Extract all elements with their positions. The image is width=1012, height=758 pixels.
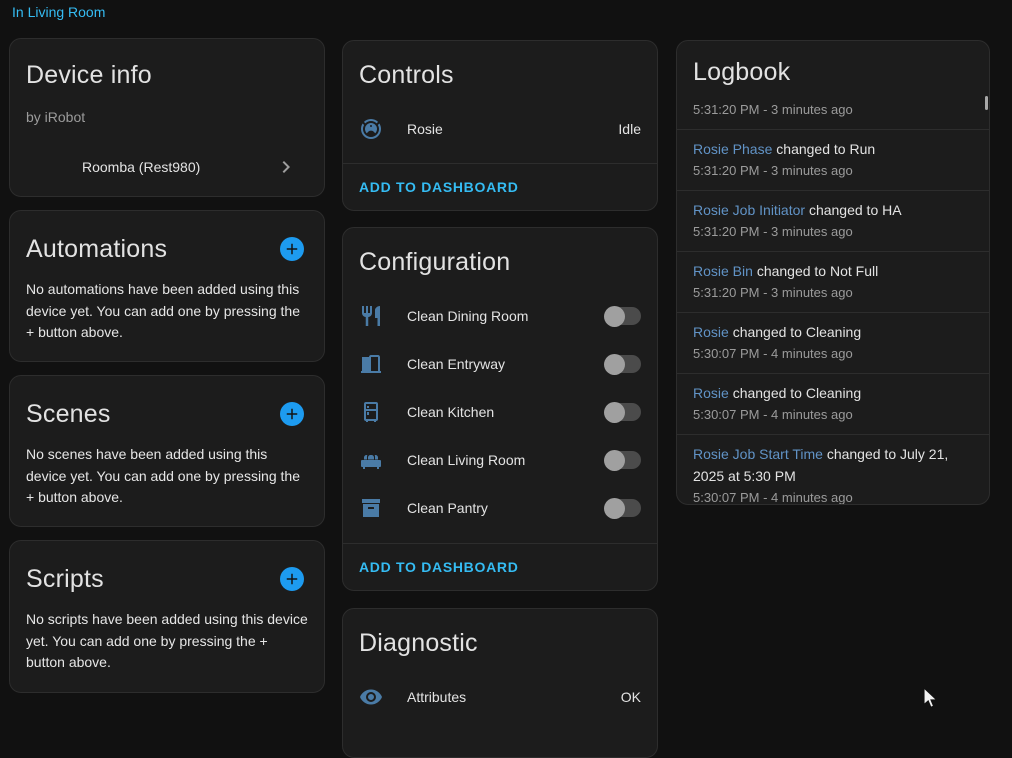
scenes-empty-text: No scenes have been added using this dev… bbox=[10, 430, 324, 509]
clean-kitchen-toggle[interactable] bbox=[605, 403, 641, 421]
plus-icon bbox=[283, 570, 301, 588]
door-open-icon bbox=[359, 352, 383, 376]
controls-card: Controls Rosie Idle ADD TO DASHBOARD bbox=[342, 40, 658, 211]
clipped-message-fragments: ˘ ˊ bbox=[693, 89, 973, 99]
switch-label: Clean Pantry bbox=[407, 500, 488, 516]
logbook-entry[interactable]: Rosie Job Start Time changed to July 21,… bbox=[677, 435, 989, 505]
entity-row-rosie[interactable]: Rosie Idle bbox=[343, 105, 657, 153]
logbook-entity-link[interactable]: Rosie bbox=[693, 324, 729, 340]
controls-title: Controls bbox=[343, 41, 657, 91]
logbook-entry[interactable]: Rosie changed to Cleaning 5:30:07 PM - 4… bbox=[677, 374, 989, 435]
entity-state: OK bbox=[621, 689, 641, 705]
device-manufacturer: by iRobot bbox=[26, 109, 308, 125]
logbook-entity-link[interactable]: Rosie Job Initiator bbox=[693, 202, 805, 218]
switch-label: Clean Living Room bbox=[407, 452, 525, 468]
plus-icon bbox=[283, 405, 301, 423]
switch-label: Clean Entryway bbox=[407, 356, 505, 372]
diagnostic-title: Diagnostic bbox=[343, 609, 657, 659]
archive-icon bbox=[359, 496, 383, 520]
logbook-entry[interactable]: Rosie changed to Cleaning 5:30:07 PM - 4… bbox=[677, 313, 989, 374]
logbook-entry-time: 5:30:07 PM - 4 minutes ago bbox=[693, 488, 973, 505]
automations-card: Automations No automations have been add… bbox=[9, 210, 325, 362]
plus-icon bbox=[283, 240, 301, 258]
robot-vacuum-icon bbox=[359, 117, 383, 141]
device-info-title: Device info bbox=[10, 39, 324, 91]
logbook-entry-time: 5:30:07 PM - 4 minutes ago bbox=[693, 405, 973, 425]
logbook-entry-time: 5:31:20 PM - 3 minutes ago bbox=[693, 100, 973, 120]
logbook-title: Logbook bbox=[677, 41, 989, 88]
clean-living-room-toggle[interactable] bbox=[605, 451, 641, 469]
automations-title: Automations bbox=[26, 233, 167, 265]
logbook-entity-link[interactable]: Rosie Bin bbox=[693, 263, 753, 279]
logbook-message: changed to Cleaning bbox=[733, 385, 861, 401]
silverware-icon bbox=[359, 304, 383, 328]
logbook-entity-link[interactable]: Rosie bbox=[693, 385, 729, 401]
diagnostic-card: Diagnostic Attributes OK bbox=[342, 608, 658, 758]
clean-entryway-toggle[interactable] bbox=[605, 355, 641, 373]
scripts-empty-text: No scripts have been added using this de… bbox=[10, 595, 324, 674]
switch-row-clean-kitchen: Clean Kitchen bbox=[343, 388, 657, 436]
switch-row-clean-entryway: Clean Entryway bbox=[343, 340, 657, 388]
configuration-card: Configuration Clean Dining Room Clean En… bbox=[342, 227, 658, 591]
fridge-icon bbox=[359, 400, 383, 424]
logbook-card: Logbook ˘ ˊ 5:31:20 PM - 3 minutes ago R… bbox=[676, 40, 990, 505]
entity-state: Idle bbox=[618, 121, 641, 137]
toggle-thumb bbox=[604, 450, 625, 471]
switch-label: Clean Kitchen bbox=[407, 404, 494, 420]
logbook-entry-time: 5:30:07 PM - 4 minutes ago bbox=[693, 344, 973, 364]
add-automation-button[interactable] bbox=[280, 237, 304, 261]
logbook-entry-time: 5:31:20 PM - 3 minutes ago bbox=[693, 283, 973, 303]
controls-add-to-dashboard-button[interactable]: ADD TO DASHBOARD bbox=[343, 163, 657, 210]
toggle-thumb bbox=[604, 306, 625, 327]
logbook-entity-link[interactable]: Rosie Job Start Time bbox=[693, 446, 823, 462]
breadcrumb-area-link[interactable]: In Living Room bbox=[12, 4, 105, 20]
switch-label: Clean Dining Room bbox=[407, 308, 528, 324]
toggle-thumb bbox=[604, 402, 625, 423]
integration-row[interactable]: Roomba (Rest980) bbox=[82, 155, 298, 179]
configuration-add-to-dashboard-button[interactable]: ADD TO DASHBOARD bbox=[343, 543, 657, 590]
scripts-card: Scripts No scripts have been added using… bbox=[9, 540, 325, 693]
entity-name: Attributes bbox=[407, 689, 466, 705]
configuration-title: Configuration bbox=[343, 228, 657, 278]
logbook-entry-time: 5:31:20 PM - 3 minutes ago bbox=[693, 222, 973, 242]
switch-row-clean-pantry: Clean Pantry bbox=[343, 484, 657, 532]
logbook-entries: ˘ ˊ 5:31:20 PM - 3 minutes ago Rosie Pha… bbox=[677, 89, 989, 505]
device-page: { "breadcrumb": {"label": "In Living Roo… bbox=[0, 0, 1012, 720]
logbook-message: changed to HA bbox=[809, 202, 902, 218]
eye-icon bbox=[359, 685, 383, 709]
logbook-message: changed to Cleaning bbox=[733, 324, 861, 340]
clean-dining-room-toggle[interactable] bbox=[605, 307, 641, 325]
logbook-message: changed to Not Full bbox=[757, 263, 878, 279]
device-info-card: Device info by iRobot Roomba (Rest980) bbox=[9, 38, 325, 197]
logbook-entry[interactable]: Rosie Job Initiator changed to HA 5:31:2… bbox=[677, 191, 989, 252]
integration-label: Roomba (Rest980) bbox=[82, 159, 200, 175]
automations-empty-text: No automations have been added using thi… bbox=[10, 265, 324, 344]
add-scene-button[interactable] bbox=[280, 402, 304, 426]
chevron-right-icon bbox=[274, 155, 298, 179]
clean-pantry-toggle[interactable] bbox=[605, 499, 641, 517]
toggle-thumb bbox=[604, 498, 625, 519]
switch-row-clean-dining-room: Clean Dining Room bbox=[343, 292, 657, 340]
entity-name: Rosie bbox=[407, 121, 443, 137]
logbook-entity-link[interactable]: Rosie Phase bbox=[693, 141, 772, 157]
entity-row-attributes[interactable]: Attributes OK bbox=[343, 673, 657, 721]
logbook-entry-partial[interactable]: ˘ ˊ 5:31:20 PM - 3 minutes ago bbox=[677, 89, 989, 130]
logbook-entry[interactable]: Rosie Phase changed to Run 5:31:20 PM - … bbox=[677, 130, 989, 191]
scenes-title: Scenes bbox=[26, 398, 111, 430]
add-script-button[interactable] bbox=[280, 567, 304, 591]
logbook-message: changed to Run bbox=[776, 141, 875, 157]
switch-row-clean-living-room: Clean Living Room bbox=[343, 436, 657, 484]
toggle-thumb bbox=[604, 354, 625, 375]
logbook-entry[interactable]: Rosie Bin changed to Not Full 5:31:20 PM… bbox=[677, 252, 989, 313]
logbook-entry-time: 5:31:20 PM - 3 minutes ago bbox=[693, 161, 973, 181]
scripts-title: Scripts bbox=[26, 563, 104, 595]
sofa-icon bbox=[359, 448, 383, 472]
scenes-card: Scenes No scenes have been added using t… bbox=[9, 375, 325, 527]
logbook-scrollbar-thumb[interactable] bbox=[985, 96, 988, 110]
mouse-cursor-icon bbox=[920, 687, 942, 709]
